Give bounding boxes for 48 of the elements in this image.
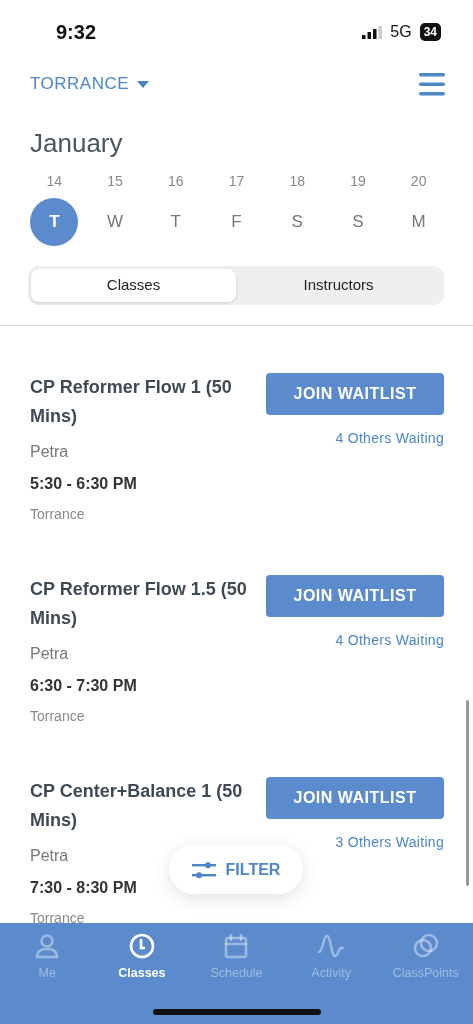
class-location: Torrance bbox=[30, 707, 86, 726]
class-time: 6:30 - 7:30 PM bbox=[30, 676, 138, 696]
day-number: 18 bbox=[288, 172, 306, 191]
weekday-button[interactable]: W bbox=[91, 198, 140, 246]
caret-icon bbox=[137, 80, 150, 88]
instructor-name: Petra bbox=[30, 442, 70, 462]
class-time: 5:30 - 6:30 PM bbox=[30, 474, 138, 494]
weekday-button[interactable]: F bbox=[212, 198, 261, 246]
waiting-count: 4 Others Waiting bbox=[335, 429, 444, 448]
class-title: CP Reformer Flow 1 (50 Mins) bbox=[30, 376, 233, 428]
class-title: CP Center+Balance 1 (50 Mins) bbox=[30, 780, 244, 832]
day-number: 16 bbox=[167, 172, 185, 191]
join-waitlist-button[interactable]: JOIN WAITLIST bbox=[266, 373, 444, 415]
menu-icon[interactable] bbox=[419, 71, 445, 97]
battery-indicator: 34 bbox=[419, 23, 441, 41]
segment-tab[interactable]: Instructors bbox=[236, 269, 441, 302]
weekday-button[interactable]: T bbox=[30, 198, 79, 246]
instructor-name: Petra bbox=[30, 846, 70, 866]
location-dropdown[interactable]: TORRANCE bbox=[30, 71, 150, 97]
day-number: 14 bbox=[45, 172, 64, 191]
month-title: January bbox=[30, 127, 124, 160]
waiting-count: 3 Others Waiting bbox=[335, 833, 444, 852]
day-number: 17 bbox=[227, 172, 246, 191]
day-number: 19 bbox=[349, 172, 367, 191]
signal-icon bbox=[362, 25, 383, 39]
sliders-icon bbox=[191, 859, 216, 880]
network-label: 5G bbox=[390, 22, 412, 42]
clock-time: 9:32 bbox=[56, 20, 97, 45]
weekday-button[interactable]: S bbox=[333, 198, 382, 246]
join-waitlist-button[interactable]: JOIN WAITLIST bbox=[266, 575, 444, 617]
weekday-button[interactable]: S bbox=[273, 198, 322, 246]
class-title: CP Reformer Flow 1.5 (50 Mins) bbox=[30, 578, 248, 630]
day-number: 20 bbox=[409, 172, 428, 191]
weekday-button[interactable]: T bbox=[151, 198, 200, 246]
waiting-count: 4 Others Waiting bbox=[335, 631, 444, 650]
filter-button[interactable]: FILTER bbox=[169, 845, 303, 894]
pulse-icon bbox=[317, 932, 346, 960]
clock-icon bbox=[127, 932, 156, 960]
class-time: 7:30 - 8:30 PM bbox=[30, 878, 138, 898]
weekday-button[interactable]: M bbox=[394, 198, 443, 246]
segment-tab[interactable]: Classes bbox=[31, 269, 236, 302]
instructor-name: Petra bbox=[30, 644, 70, 664]
class-location: Torrance bbox=[30, 909, 86, 928]
day-number: 15 bbox=[106, 172, 124, 191]
join-waitlist-button[interactable]: JOIN WAITLIST bbox=[266, 777, 444, 819]
tab-button[interactable]: Classes bbox=[94, 932, 190, 983]
circles-icon bbox=[411, 932, 440, 960]
class-location: Torrance bbox=[30, 505, 86, 524]
